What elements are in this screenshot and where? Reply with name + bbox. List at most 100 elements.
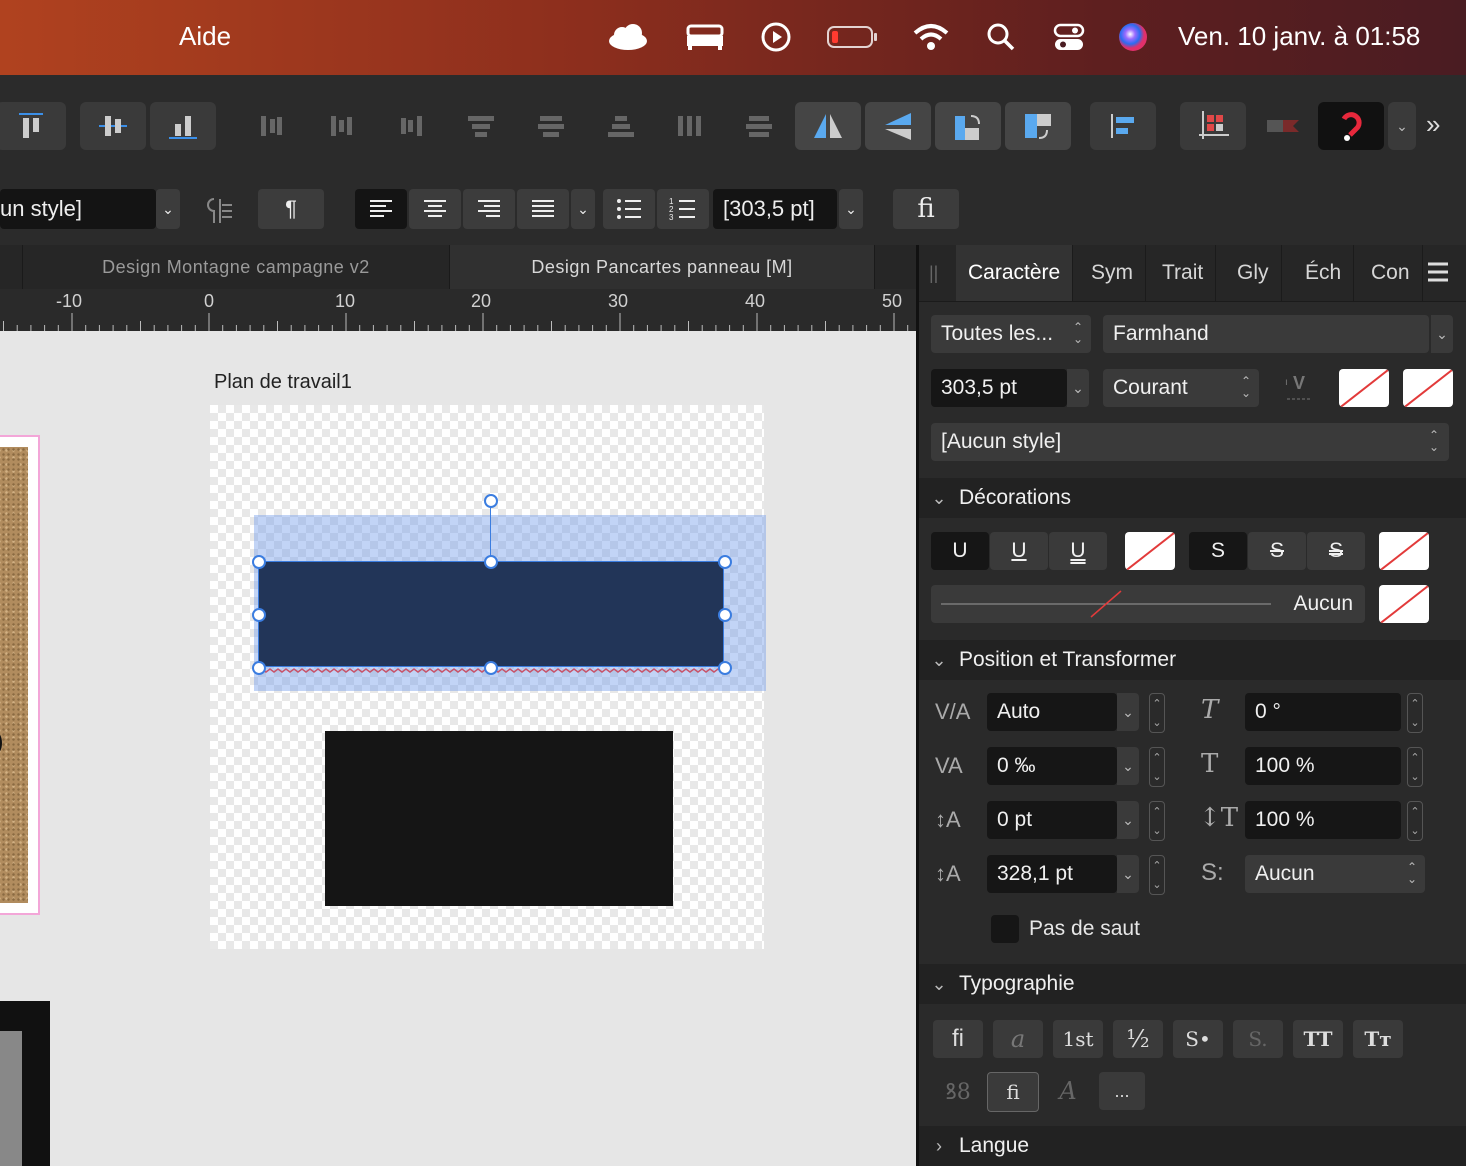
strike-color-swatch[interactable] [1379, 532, 1429, 570]
tracking-stepper[interactable]: ⌃ ⌄ [1149, 747, 1165, 787]
underline-single-button[interactable]: U [990, 532, 1048, 570]
snapping-magnet-icon[interactable] [1318, 102, 1384, 150]
tab-gly[interactable]: Gly [1225, 245, 1282, 301]
section-language[interactable]: › Langue [919, 1126, 1466, 1166]
distribute-left-icon[interactable] [238, 102, 304, 150]
baseline-dropdown-chevron-icon[interactable]: ⌄ [1117, 801, 1139, 839]
horizontal-scale-input[interactable]: 100 % [1245, 801, 1401, 839]
font-size-dropdown-chevron-icon[interactable]: ⌄ [839, 189, 863, 229]
text-fill-color-swatch[interactable] [1339, 369, 1389, 407]
strike-single-button[interactable]: S [1248, 532, 1306, 570]
text-align-left-icon[interactable] [1090, 102, 1156, 150]
panel-menu-icon[interactable] [1427, 261, 1449, 288]
resize-handle-top-left[interactable] [252, 555, 266, 569]
section-decorations[interactable]: ⌄ Décorations [919, 478, 1466, 518]
align-bottom-icon[interactable] [150, 102, 216, 150]
swash-button[interactable]: a [993, 1020, 1043, 1058]
snapping-dropdown-chevron-icon[interactable]: ⌄ [1388, 102, 1416, 150]
rotate-right-icon[interactable] [1005, 102, 1071, 150]
resize-handle-bottom[interactable] [484, 661, 498, 675]
font-size-input[interactable]: 303,5 pt [931, 369, 1067, 407]
underline-none-button[interactable]: U [931, 532, 989, 570]
flip-horizontal-icon[interactable] [795, 102, 861, 150]
line-style-select[interactable]: Aucun [931, 585, 1365, 623]
underline-color-swatch[interactable] [1125, 532, 1175, 570]
distribute-right-icon[interactable] [378, 102, 444, 150]
font-collection-select[interactable]: Toutes les... ⌃ ⌄ [931, 315, 1091, 353]
strike-none-button[interactable]: S [1189, 532, 1247, 570]
toolbar-overflow-icon[interactable]: » [1426, 109, 1440, 140]
tab-overflow[interactable] [0, 245, 23, 289]
flip-vertical-icon[interactable] [865, 102, 931, 150]
distribute-vcenter-icon[interactable] [518, 102, 584, 150]
spotlight-search-icon[interactable] [980, 18, 1022, 56]
resize-handle-right[interactable] [718, 608, 732, 622]
sleep-bed-icon[interactable] [684, 18, 726, 56]
space-horizontal-icon[interactable] [656, 102, 722, 150]
tab-design-pancartes[interactable]: Design Pancartes panneau [M] [450, 245, 875, 289]
align-center-button[interactable] [409, 189, 461, 229]
section-typography[interactable]: ⌄ Typographie [919, 964, 1466, 1004]
character-style-select[interactable]: un style] [0, 189, 156, 229]
selected-text-shape[interactable] [258, 561, 724, 667]
tab-design-montagne[interactable]: Design Montagne campagne v2 [23, 245, 450, 289]
shear-stepper[interactable]: ⌃ ⌄ [1407, 693, 1423, 733]
kerning-dropdown-chevron-icon[interactable]: ⌄ [1117, 693, 1139, 731]
vertical-scale-input[interactable]: 100 % [1245, 747, 1401, 785]
contextual-alternates-button[interactable]: A [1043, 1072, 1093, 1110]
horizontal-scale-stepper[interactable]: ⌃ ⌄ [1407, 801, 1423, 841]
small-caps-button[interactable]: Tт [1353, 1020, 1403, 1058]
resize-handle-top-right[interactable] [718, 555, 732, 569]
distribute-top-icon[interactable] [448, 102, 514, 150]
tab-sym[interactable]: Sym [1079, 245, 1146, 301]
baseline-input[interactable]: 0 pt [987, 801, 1117, 839]
rotate-left-icon[interactable] [935, 102, 1001, 150]
underline-double-button[interactable]: U [1049, 532, 1107, 570]
font-family-dropdown-chevron-icon[interactable]: ⌄ [1431, 315, 1453, 353]
siri-icon[interactable] [1112, 18, 1154, 56]
align-left-button[interactable] [355, 189, 407, 229]
justify-button[interactable] [517, 189, 569, 229]
font-style-select[interactable]: Courant ⌃ ⌄ [1103, 369, 1259, 407]
icloud-icon[interactable] [606, 18, 648, 56]
neighbor-artboard[interactable] [0, 435, 40, 915]
standard-ligatures-button[interactable]: fi [933, 1020, 983, 1058]
script-select[interactable]: Aucun ⌃ ⌄ [1245, 855, 1425, 893]
align-top-icon[interactable] [0, 102, 66, 150]
strike-double-button[interactable]: S [1307, 532, 1365, 570]
more-typography-button[interactable]: ... [1099, 1072, 1145, 1110]
align-right-button[interactable] [463, 189, 515, 229]
bullet-list-button[interactable] [603, 189, 655, 229]
horizontal-ruler[interactable]: -10 0 10 20 30 40 50 [0, 289, 916, 332]
paragraph-marks-button[interactable]: ¶ [258, 189, 324, 229]
shear-input[interactable]: 0 ° [1245, 693, 1401, 731]
character-style-select[interactable]: [Aucun style] ⌃ ⌄ [931, 423, 1449, 461]
align-middle-icon[interactable] [80, 102, 146, 150]
black-rectangle-shape[interactable] [325, 731, 673, 906]
subscript-button[interactable]: S. [1233, 1020, 1283, 1058]
resize-handle-left[interactable] [252, 608, 266, 622]
no-break-checkbox[interactable] [991, 915, 1019, 943]
distribute-bottom-icon[interactable] [588, 102, 654, 150]
vertical-scale-stepper[interactable]: ⌃ ⌄ [1407, 747, 1423, 787]
menu-help[interactable]: Aide [179, 21, 231, 52]
wifi-icon[interactable] [910, 18, 952, 56]
grid-snap-icon[interactable] [1180, 102, 1246, 150]
all-caps-button[interactable]: TT [1293, 1020, 1343, 1058]
text-flow-icon[interactable] [200, 195, 234, 232]
vertical-text-icon[interactable]: Vı [1283, 371, 1315, 408]
alignment-dropdown-chevron-icon[interactable]: ⌄ [571, 189, 595, 229]
panel-grip-icon[interactable]: || [929, 263, 938, 284]
space-vertical-icon[interactable] [726, 102, 792, 150]
style-dropdown-chevron-icon[interactable]: ⌄ [156, 189, 180, 229]
tracking-dropdown-chevron-icon[interactable]: ⌄ [1117, 747, 1139, 785]
leading-dropdown-chevron-icon[interactable]: ⌄ [1117, 855, 1139, 893]
leading-input[interactable]: 328,1 pt [987, 855, 1117, 893]
leading-stepper[interactable]: ⌃ ⌄ [1149, 855, 1165, 895]
discretionary-ligatures-button[interactable]: fi [987, 1072, 1039, 1112]
rotation-handle[interactable] [484, 494, 498, 508]
resize-handle-top[interactable] [484, 555, 498, 569]
fractions-button[interactable]: ½ [1113, 1020, 1163, 1058]
distribute-center-icon[interactable] [308, 102, 374, 150]
battery-icon[interactable] [826, 18, 878, 56]
